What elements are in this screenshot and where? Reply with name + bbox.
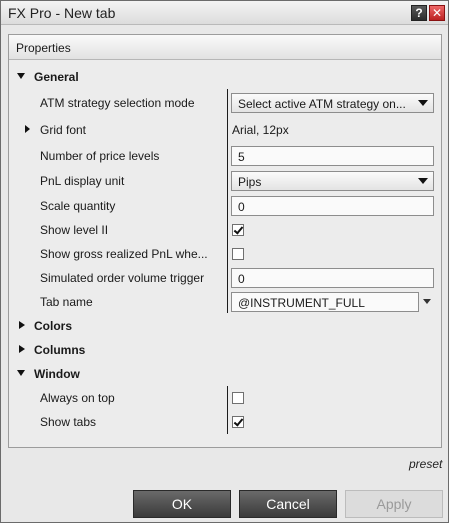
title-bar[interactable]: FX Pro - New tab ? ✕ [1,1,448,25]
triangle-right-icon[interactable] [19,321,25,329]
pnl-unit-select[interactable]: Pips [231,171,434,191]
property-pnl-unit: PnL display unit Pips [9,169,441,193]
property-always-on-top: Always on top [9,386,441,410]
property-sim-trigger: Simulated order volume trigger 0 [9,266,441,290]
category-colors[interactable]: Colors [9,314,441,338]
property-label: Grid font [40,123,87,137]
property-label: Number of price levels [40,149,160,163]
preset-link[interactable]: preset [409,457,442,471]
properties-panel: Properties General ATM strategy selectio… [8,34,442,448]
show-tabs-checkbox[interactable] [232,416,244,428]
property-tab-name: Tab name @INSTRUMENT_FULL [9,290,441,314]
property-atm-mode: ATM strategy selection mode Select activ… [9,91,441,115]
chevron-down-icon [418,100,428,108]
triangle-down-icon[interactable] [17,370,25,376]
atm-mode-select[interactable]: Select active ATM strategy on... [231,93,434,113]
property-label: PnL display unit [40,174,125,188]
pnl-unit-value: Pips [238,175,262,189]
price-levels-input[interactable]: 5 [231,146,434,166]
category-colors-label: Colors [34,319,73,333]
help-button[interactable]: ? [411,5,427,21]
property-label: Show level II [40,223,109,237]
tab-name-input[interactable]: @INSTRUMENT_FULL [231,292,419,312]
category-columns[interactable]: Columns [9,338,441,362]
property-grid-font: Grid font Arial, 12px [9,118,441,142]
category-general[interactable]: General [9,65,441,89]
property-label: ATM strategy selection mode [40,96,195,110]
properties-header: Properties [9,35,441,60]
triangle-right-icon[interactable] [19,345,25,353]
category-window-label: Window [34,367,80,381]
sim-trigger-input[interactable]: 0 [231,268,434,288]
category-columns-label: Columns [34,343,86,357]
property-label: Simulated order volume trigger [40,271,205,285]
property-label: Show tabs [40,415,97,429]
triangle-right-icon[interactable] [25,125,30,133]
properties-title: Properties [16,41,71,55]
chevron-down-icon [418,178,428,186]
apply-button[interactable]: Apply [345,490,443,518]
show-level2-checkbox[interactable] [232,224,244,236]
property-label: Always on top [40,391,115,405]
always-on-top-checkbox[interactable] [232,392,244,404]
property-label: Show gross realized PnL whe... [40,247,208,261]
window-title: FX Pro - New tab [8,5,116,21]
property-show-gross: Show gross realized PnL whe... [9,242,441,266]
grid-font-value[interactable]: Arial, 12px [232,123,289,137]
property-label: Scale quantity [40,199,116,213]
property-price-levels: Number of price levels 5 [9,144,441,168]
scale-qty-input[interactable]: 0 [231,196,434,216]
triangle-down-icon[interactable] [17,73,25,79]
category-general-label: General [34,70,79,84]
property-show-level2: Show level II [9,218,441,242]
property-label: Tab name [40,295,93,309]
cancel-button[interactable]: Cancel [239,490,337,518]
category-window[interactable]: Window [9,362,441,386]
property-scale-qty: Scale quantity 0 [9,194,441,218]
property-show-tabs: Show tabs [9,410,441,434]
close-button[interactable]: ✕ [429,5,445,21]
show-gross-checkbox[interactable] [232,248,244,260]
dropdown-arrow-icon[interactable] [423,299,431,304]
ok-button[interactable]: OK [133,490,231,518]
atm-mode-value: Select active ATM strategy on... [238,97,406,111]
dialog-window: FX Pro - New tab ? ✕ Properties General … [0,0,449,523]
